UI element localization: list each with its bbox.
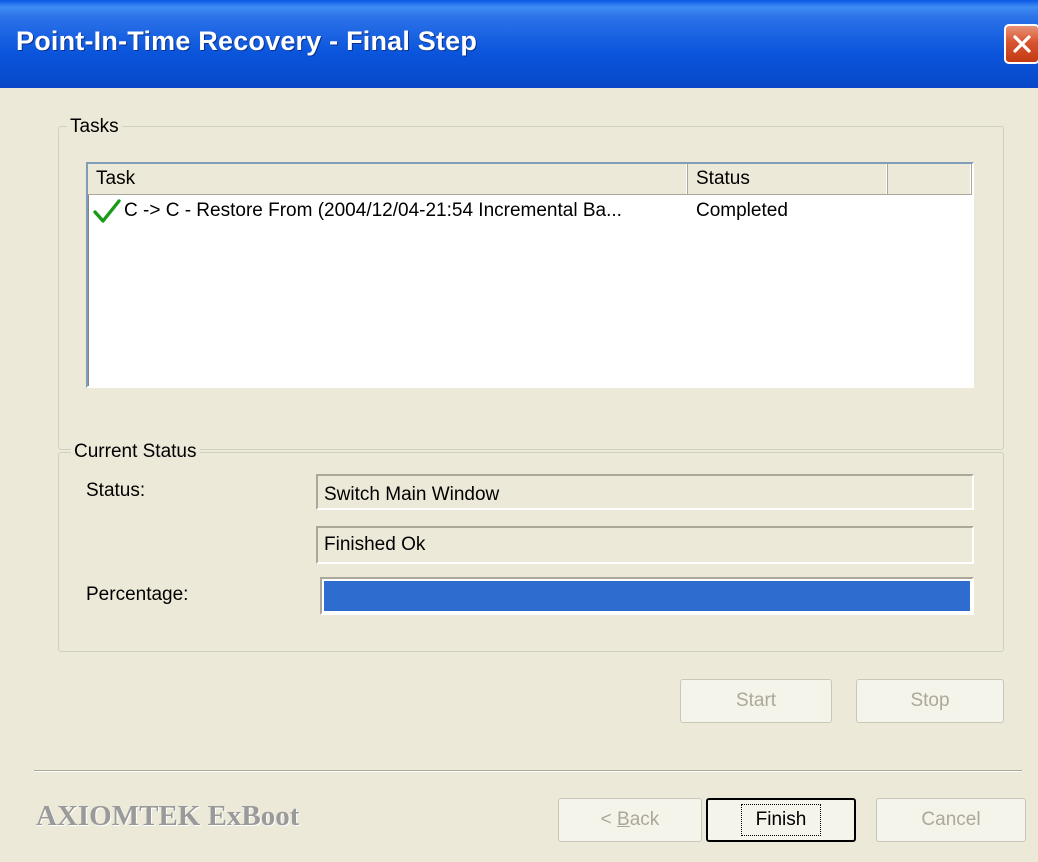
checkmark-icon [93, 199, 121, 223]
close-icon [1013, 35, 1031, 53]
status-label: Status: [86, 480, 146, 501]
column-header-task[interactable]: Task [88, 164, 688, 194]
status-field: Switch Main Window [316, 474, 974, 510]
back-prefix: < [600, 809, 618, 830]
status-result-field: Finished Ok [316, 526, 974, 564]
back-rest: ack [629, 809, 660, 830]
progress-bar [320, 577, 974, 615]
finish-label: Finish [740, 804, 822, 836]
column-header-status[interactable]: Status [688, 164, 888, 194]
status-value: Switch Main Window [324, 484, 500, 505]
start-button[interactable]: Start [680, 679, 832, 723]
tasks-listview[interactable]: Task Status C -> C - Restore From (2004/… [86, 162, 974, 388]
column-header-empty[interactable] [888, 164, 972, 194]
back-mnemonic: B [617, 809, 630, 830]
cancel-button[interactable]: Cancel [876, 798, 1026, 842]
percentage-label: Percentage: [86, 584, 189, 605]
tasks-legend: Tasks [67, 116, 122, 138]
back-button[interactable]: < Back [558, 798, 702, 842]
footer-separator [34, 770, 1022, 772]
task-cell: C -> C - Restore From (2004/12/04-21:54 … [88, 196, 688, 226]
progress-bar-fill [324, 581, 970, 611]
task-status: Completed [696, 200, 788, 221]
current-status-legend: Current Status [71, 441, 200, 463]
close-button[interactable] [1004, 24, 1038, 64]
finish-button[interactable]: Finish [706, 798, 856, 842]
task-name: C -> C - Restore From (2004/12/04-21:54 … [124, 200, 622, 221]
table-row[interactable]: C -> C - Restore From (2004/12/04-21:54 … [88, 194, 972, 228]
tasks-list-header: Task Status [88, 164, 972, 195]
window-title: Point-In-Time Recovery - Final Step [16, 26, 478, 56]
status-result-value: Finished Ok [324, 534, 426, 555]
status-cell: Completed [688, 200, 888, 222]
stop-button[interactable]: Stop [856, 679, 1004, 723]
title-bar[interactable]: Point-In-Time Recovery - Final Step [0, 0, 1038, 88]
brand-logo: AXIOMTEK ExBoot [36, 800, 300, 832]
